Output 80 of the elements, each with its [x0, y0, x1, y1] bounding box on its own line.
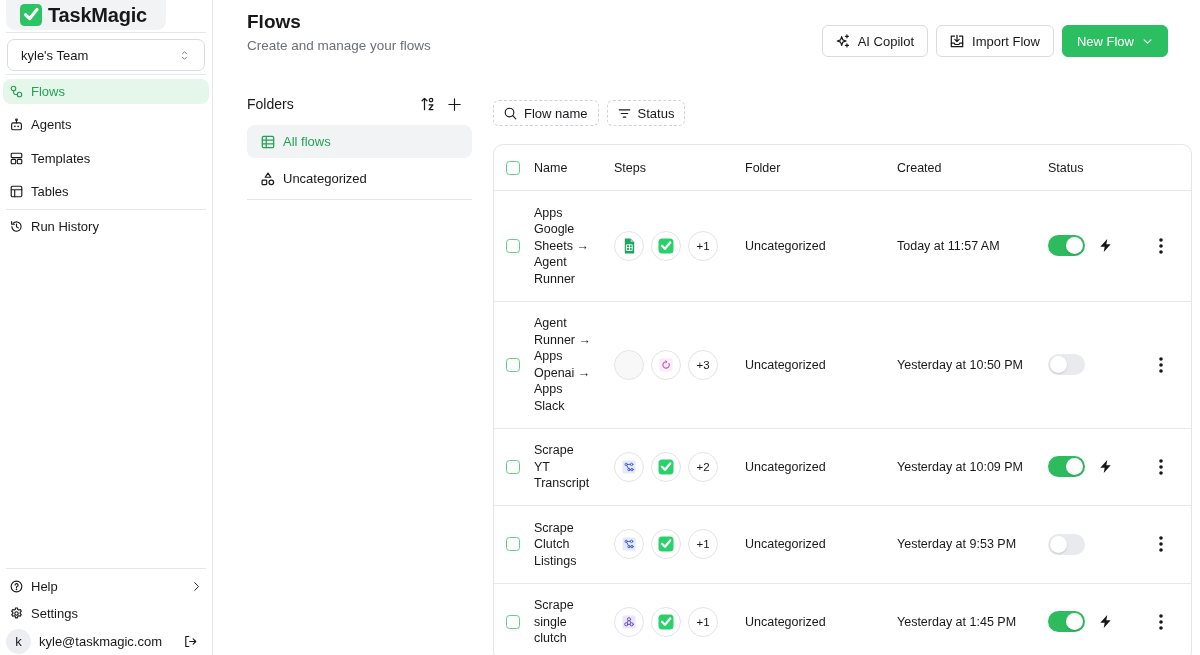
more-options-icon[interactable] — [1159, 613, 1163, 630]
sidebar-nav-item[interactable]: Templates — [3, 145, 209, 171]
status-filter-button[interactable]: Status — [606, 100, 686, 126]
row-checkbox[interactable] — [506, 614, 520, 629]
sparkle-icon — [835, 34, 850, 48]
column-header: Steps — [614, 160, 646, 175]
lightning-bolt-icon[interactable] — [1099, 238, 1112, 254]
row-checkbox[interactable] — [506, 238, 520, 253]
flow-name: Apps Google Sheets → Agent Runner — [534, 204, 590, 288]
flow-name: Agent Runner → Apps Openai → Apps Slack — [534, 315, 592, 415]
column-header: Status — [1048, 160, 1084, 175]
connected-nodes-icon — [10, 85, 23, 98]
status-toggle[interactable] — [1048, 235, 1085, 257]
robot-icon — [10, 118, 23, 132]
check-square-icon — [20, 4, 42, 26]
status-toggle[interactable] — [1048, 354, 1085, 375]
created-date: Yesterday at 10:09 PM — [897, 459, 1023, 474]
row-checkbox[interactable] — [506, 459, 520, 474]
import-icon — [950, 34, 964, 48]
filter-icon — [617, 106, 631, 120]
folder-item[interactable]: Uncategorized — [247, 162, 472, 195]
chevron-up-down-icon — [179, 49, 190, 61]
table-icon — [261, 134, 275, 149]
more-options-icon[interactable] — [1159, 237, 1163, 254]
copilot-button[interactable]: AI Copilot — [821, 25, 928, 57]
sidebar-nav-item[interactable]: Agents — [3, 112, 209, 138]
column-header: Name — [534, 160, 568, 175]
folder-name: Uncategorized — [745, 614, 826, 629]
sidebar-nav-item[interactable]: Tables — [3, 178, 209, 204]
sidebar-footer-item[interactable]: Help — [3, 573, 209, 599]
table-icon — [10, 184, 23, 198]
select-all-checkbox[interactable] — [506, 160, 520, 175]
help-icon — [10, 579, 23, 593]
more-options-icon[interactable] — [1159, 356, 1163, 373]
column-header: Folder — [745, 160, 781, 175]
created-date: Yesterday at 9:53 PM — [897, 537, 1017, 552]
status-toggle[interactable] — [1048, 533, 1085, 555]
status-toggle[interactable] — [1048, 456, 1085, 478]
brand-name: TaskMagic — [48, 3, 147, 27]
page-subtitle: Create and manage your flows — [247, 38, 431, 54]
folder-name: Uncategorized — [745, 459, 826, 474]
created-date: Today at 11:57 AM — [897, 238, 1000, 253]
created-date: Yesterday at 10:50 PM — [897, 357, 1023, 372]
import-button[interactable]: Import Flow — [936, 25, 1054, 57]
history-icon — [10, 220, 23, 234]
more-options-icon[interactable] — [1159, 458, 1163, 475]
sidebar-nav-item[interactable]: Run History — [3, 214, 209, 240]
user-email: kyle@taskmagic.com — [39, 633, 162, 649]
name-filter-button[interactable]: Flow name — [493, 100, 599, 126]
search-icon — [504, 106, 517, 120]
lightning-bolt-icon[interactable] — [1099, 614, 1112, 630]
flow-name: Scrape single clutch — [534, 597, 575, 647]
settings-icon — [10, 606, 23, 620]
shapes-icon — [261, 171, 275, 186]
spreadsheet-icon — [614, 230, 644, 261]
folder-name: Uncategorized — [745, 238, 826, 253]
folders-heading: Folders — [247, 96, 295, 112]
lightning-bolt-icon[interactable] — [1099, 459, 1112, 475]
add-icon[interactable] — [448, 97, 461, 111]
row-checkbox[interactable] — [506, 357, 520, 372]
page-title: Flows — [247, 10, 302, 34]
node-graph-icon — [614, 451, 644, 482]
empty-circle-icon — [614, 349, 644, 380]
flow-name: Scrape YT Transcript — [534, 442, 591, 492]
flow-name: Scrape Clutch Listings — [534, 519, 578, 570]
created-date: Yesterday at 1:45 PM — [897, 614, 1017, 629]
layout-icon — [10, 151, 23, 165]
more-options-icon[interactable] — [1159, 536, 1163, 553]
three-nodes-icon — [614, 606, 644, 637]
folder-name: Uncategorized — [745, 537, 826, 552]
status-toggle[interactable] — [1048, 611, 1085, 633]
column-header: Created — [897, 160, 942, 175]
node-graph-icon — [614, 529, 644, 560]
logout-icon[interactable] — [184, 634, 197, 648]
user-avatar: k — [6, 628, 31, 654]
sidebar-footer-item[interactable]: Settings — [3, 600, 209, 626]
sort-icon[interactable] — [421, 97, 435, 111]
team-select[interactable]: kyle's Team — [7, 39, 205, 71]
row-checkbox[interactable] — [506, 537, 520, 552]
folder-name: Uncategorized — [745, 357, 826, 372]
